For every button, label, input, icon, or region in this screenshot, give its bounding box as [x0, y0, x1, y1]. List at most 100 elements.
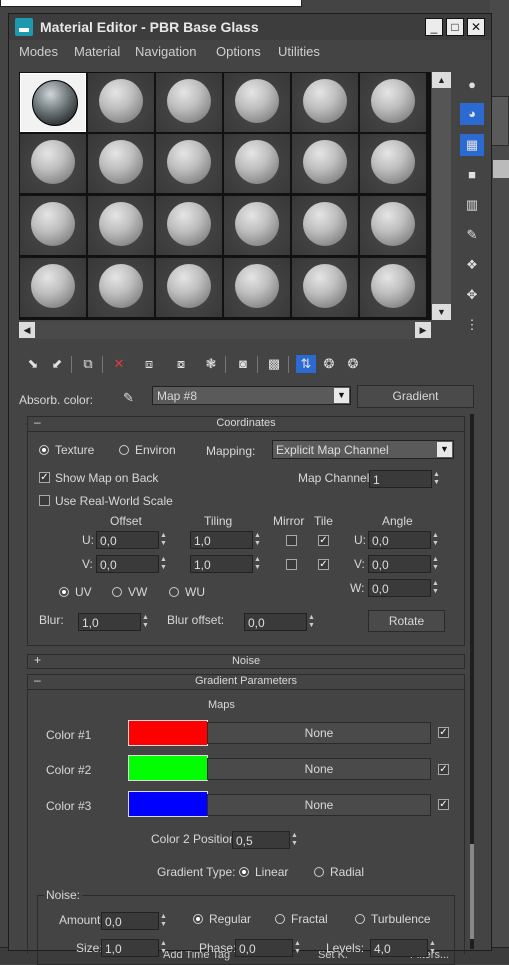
background-modifier-field[interactable] — [493, 160, 509, 178]
assign-to-selection-icon[interactable]: ⧉ — [78, 355, 98, 373]
rollout-scrollbar[interactable] — [470, 414, 474, 949]
v-tiling-spinner[interactable]: 1,0 ▲ ▼ — [190, 555, 261, 573]
sample-slot[interactable] — [88, 258, 154, 317]
wu-radio[interactable] — [169, 587, 179, 597]
sample-slot[interactable] — [156, 73, 222, 132]
color-3-swatch[interactable] — [128, 791, 208, 817]
show-end-result-icon[interactable]: ⇅ — [296, 355, 316, 373]
menu-utilities[interactable]: Utilities — [278, 44, 320, 59]
sample-slot[interactable] — [360, 134, 426, 193]
options-icon[interactable]: ❖ — [460, 254, 484, 276]
u-mirror-checkbox[interactable] — [286, 535, 297, 546]
put-to-scene-icon[interactable]: ⬋ — [47, 355, 67, 373]
regular-radio[interactable] — [193, 914, 203, 924]
menu-options[interactable]: Options — [216, 44, 261, 59]
go-to-parent-icon[interactable]: ❂ — [319, 355, 339, 373]
sample-slot[interactable] — [156, 258, 222, 317]
sample-slot[interactable] — [224, 134, 290, 193]
select-by-material-icon[interactable]: ✥ — [460, 284, 484, 306]
fractal-radio[interactable] — [275, 914, 285, 924]
environ-radio[interactable] — [119, 445, 129, 455]
slot-horizontal-scrollbar[interactable]: ◀ ▶ — [19, 321, 431, 339]
linear-radio[interactable] — [239, 867, 249, 877]
show-map-on-back-checkbox[interactable]: ✓ — [39, 472, 50, 483]
video-color-check-icon[interactable]: ▥ — [460, 194, 484, 216]
reset-map-icon[interactable]: ✕ — [109, 355, 129, 373]
mapping-dropdown[interactable]: Explicit Map Channel ▼ — [272, 440, 454, 459]
map-name-dropdown[interactable]: Map #8 ▼ — [152, 386, 351, 405]
backlight-icon[interactable]: ◕ — [460, 103, 484, 125]
phase-spinner[interactable]: 0,0 ▲ ▼ — [235, 939, 301, 957]
menu-material[interactable]: Material — [74, 44, 120, 59]
map-channel-spinner[interactable]: 1 ▲ ▼ — [369, 470, 440, 488]
material-map-navigator-icon[interactable]: ⋮ — [460, 314, 484, 336]
maximize-button[interactable]: □ — [446, 18, 464, 36]
turbulence-radio[interactable] — [355, 914, 365, 924]
scroll-left-arrow[interactable]: ◀ — [19, 322, 35, 338]
levels-spinner[interactable]: 4,0 ▲ ▼ — [370, 939, 436, 957]
sample-slot[interactable] — [20, 196, 86, 255]
sample-slot[interactable] — [88, 73, 154, 132]
sample-uv-tiling-icon[interactable]: ■ — [460, 164, 484, 186]
color-2-map-button[interactable]: None — [207, 758, 431, 780]
rollout-scroll-thumb[interactable] — [470, 844, 474, 939]
size-spinner[interactable]: 1,0 ▲ ▼ — [101, 939, 167, 957]
u-offset-spinner[interactable]: 0,0 ▲ ▼ — [96, 531, 167, 549]
chevron-down-icon[interactable]: ▼ — [437, 442, 452, 457]
sample-slot[interactable] — [292, 258, 358, 317]
color-2-swatch[interactable] — [128, 755, 208, 781]
sample-slot[interactable] — [224, 73, 290, 132]
go-forward-sibling-icon[interactable]: ❂ — [343, 355, 363, 373]
show-shaded-material-icon[interactable]: ▩ — [264, 355, 284, 373]
background-panel-tab[interactable] — [491, 96, 509, 146]
sample-slot[interactable] — [224, 196, 290, 255]
v-tile-checkbox[interactable]: ✓ — [318, 559, 329, 570]
sample-slot[interactable] — [88, 196, 154, 255]
get-material-icon[interactable]: ⬊ — [23, 355, 43, 373]
minimize-button[interactable]: _ — [425, 18, 443, 36]
coordinates-header[interactable]: – Coordinates — [28, 415, 464, 432]
texture-radio[interactable] — [39, 445, 49, 455]
blur-spinner[interactable]: 1,0 ▲ ▼ — [78, 613, 149, 631]
color-3-map-button[interactable]: None — [207, 794, 431, 816]
v-mirror-checkbox[interactable] — [286, 559, 297, 570]
menu-modes[interactable]: Modes — [19, 44, 58, 59]
v-angle-spinner[interactable]: 0,0 ▲ ▼ — [368, 555, 439, 573]
gradient-parameters-header[interactable]: – Gradient Parameters — [28, 673, 464, 690]
sample-slot[interactable] — [20, 258, 86, 317]
make-unique-icon[interactable]: ⧇ — [171, 355, 191, 373]
u-tiling-spinner[interactable]: 1,0 ▲ ▼ — [190, 531, 261, 549]
color-1-swatch[interactable] — [128, 720, 208, 746]
put-to-library-icon[interactable]: ❃ — [201, 355, 221, 373]
radial-radio[interactable] — [314, 867, 324, 877]
sample-slot[interactable] — [88, 134, 154, 193]
chevron-down-icon[interactable]: ▼ — [334, 388, 349, 403]
make-copy-icon[interactable]: ⧈ — [139, 355, 159, 373]
color-1-map-checkbox[interactable]: ✓ — [438, 727, 449, 738]
vw-radio[interactable] — [112, 587, 122, 597]
sample-slot[interactable] — [360, 196, 426, 255]
real-world-scale-checkbox[interactable] — [39, 495, 50, 506]
color-2-map-checkbox[interactable]: ✓ — [438, 764, 449, 775]
sample-slot-selected[interactable] — [20, 73, 86, 132]
rotate-button[interactable]: Rotate — [368, 610, 445, 632]
sample-slot[interactable] — [292, 73, 358, 132]
blur-offset-spinner[interactable]: 0,0 ▲ ▼ — [244, 613, 315, 631]
color-3-map-checkbox[interactable]: ✓ — [438, 799, 449, 810]
uv-radio[interactable] — [59, 587, 69, 597]
title-bar[interactable]: Material Editor - PBR Base Glass _ □ ✕ — [9, 14, 491, 40]
amount-spinner[interactable]: 0,0 ▲ ▼ — [101, 912, 167, 930]
scroll-right-arrow[interactable]: ▶ — [415, 322, 431, 338]
menu-navigation[interactable]: Navigation — [135, 44, 196, 59]
background-checker-icon[interactable]: ▦ — [460, 134, 484, 156]
v-offset-spinner[interactable]: 0,0 ▲ ▼ — [96, 555, 167, 573]
material-id-channel-icon[interactable]: ◙ — [233, 355, 253, 373]
sample-slot[interactable] — [360, 73, 426, 132]
u-tile-checkbox[interactable]: ✓ — [318, 535, 329, 546]
color-1-map-button[interactable]: None — [207, 722, 431, 744]
sample-slot[interactable] — [360, 258, 426, 317]
sample-slot[interactable] — [224, 258, 290, 317]
make-preview-icon[interactable]: ✎ — [460, 224, 484, 246]
sample-type-icon[interactable]: ● — [460, 74, 484, 96]
sample-slot[interactable] — [292, 196, 358, 255]
